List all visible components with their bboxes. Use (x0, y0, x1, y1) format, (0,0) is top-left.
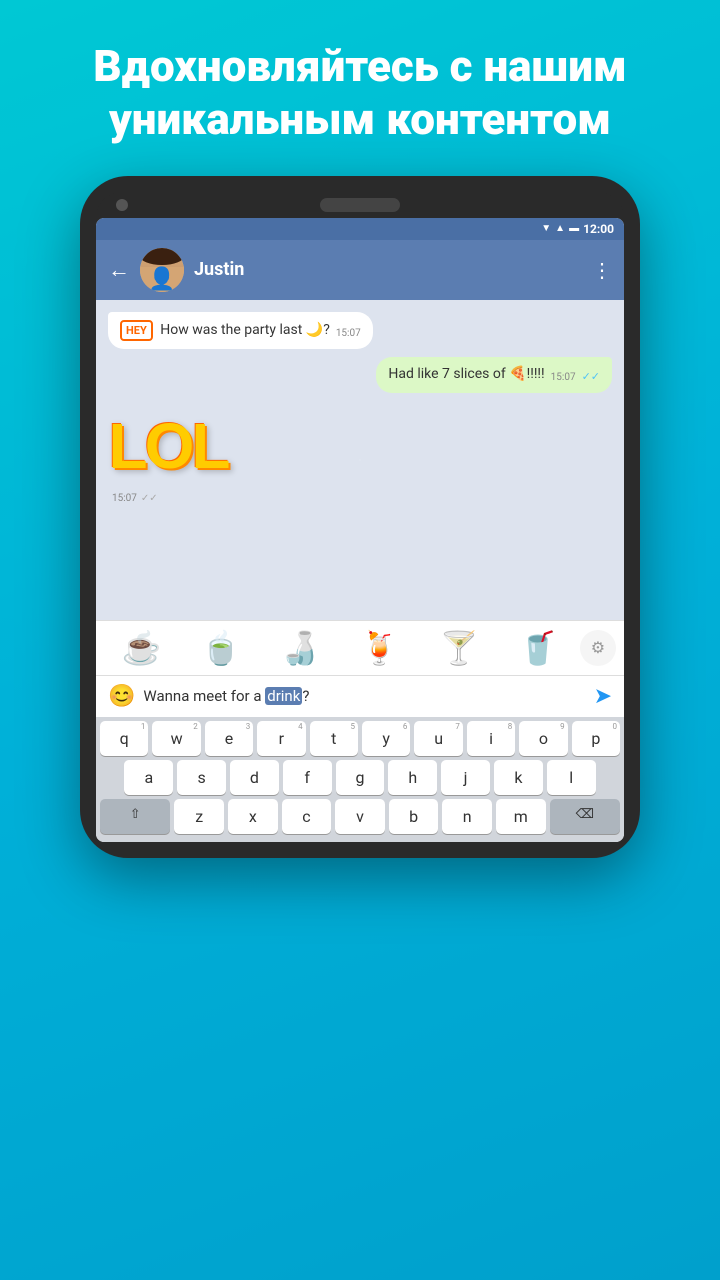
status-bar: ▼ ▲ ▬ 12:00 (96, 218, 624, 240)
phone-speaker (320, 198, 400, 212)
sticker-settings-button[interactable]: ⚙ (580, 630, 616, 666)
key-n[interactable]: n (442, 799, 492, 834)
message-sent-1: Had like 7 slices of 🍕!!!!! 15:07 ✓✓ (376, 357, 612, 393)
key-t[interactable]: 5t (310, 721, 358, 756)
input-text-after: ? (302, 687, 309, 705)
message-time-1: 15:07 (336, 327, 361, 341)
key-l[interactable]: l (547, 760, 596, 795)
hey-sticker: HEY (120, 320, 153, 341)
lol-sticker: LOL (108, 401, 228, 491)
key-e[interactable]: 3e (205, 721, 253, 756)
message-input[interactable]: Wanna meet for a drink? (143, 687, 585, 705)
chat-area: HEY How was the party last 🌙? 15:07 Had … (96, 300, 624, 620)
keyboard-row-2: a s d f g h j k l (100, 760, 620, 795)
key-u[interactable]: 7u (414, 721, 462, 756)
sticker-soda[interactable]: 🥤 (501, 629, 576, 667)
key-backspace[interactable]: ⌫ (550, 799, 620, 834)
message-text-2: Had like 7 slices of 🍕!!!!! (388, 365, 544, 385)
key-m[interactable]: m (496, 799, 546, 834)
input-text-before: Wanna meet for a (143, 687, 265, 705)
key-p[interactable]: 0p (572, 721, 620, 756)
status-time: 12:00 (583, 222, 614, 236)
wifi-icon: ▼ (541, 223, 551, 234)
emoji-button[interactable]: 😊 (108, 684, 135, 709)
sticker-cocktail[interactable]: 🍸 (421, 629, 496, 667)
keyboard-row-3: ⇧ z x c v b n m ⌫ (100, 799, 620, 834)
key-w[interactable]: 2w (152, 721, 200, 756)
key-y[interactable]: 6y (362, 721, 410, 756)
key-k[interactable]: k (494, 760, 543, 795)
key-c[interactable]: c (282, 799, 332, 834)
sticker-panel: ☕ 🍵 🍶 🍹 🍸 🥤 ⚙ (96, 620, 624, 675)
key-shift[interactable]: ⇧ (100, 799, 170, 834)
front-camera (116, 199, 128, 211)
key-h[interactable]: h (388, 760, 437, 795)
key-j[interactable]: j (441, 760, 490, 795)
sticker-coffee[interactable]: ☕ (104, 629, 179, 667)
key-x[interactable]: x (228, 799, 278, 834)
key-r[interactable]: 4r (257, 721, 305, 756)
key-d[interactable]: d (230, 760, 279, 795)
phone-screen: ▼ ▲ ▬ 12:00 ← 👤 Justin ⋮ HEY (96, 218, 624, 842)
lol-sticker-container: LOL 15:07 ✓✓ (108, 401, 228, 504)
key-q[interactable]: 1q (100, 721, 148, 756)
promo-headline: Вдохновляйтесь с нашим уникальным контен… (33, 0, 687, 176)
phone-mockup: ▼ ▲ ▬ 12:00 ← 👤 Justin ⋮ HEY (80, 176, 640, 858)
message-text-1: HEY How was the party last 🌙? (120, 320, 330, 341)
status-icons: ▼ ▲ ▬ 12:00 (541, 222, 614, 236)
message-received-1: HEY How was the party last 🌙? 15:07 (108, 312, 373, 349)
key-o[interactable]: 9o (519, 721, 567, 756)
sticker-bottle[interactable]: 🍶 (263, 629, 338, 667)
key-a[interactable]: a (124, 760, 173, 795)
phone-top-hardware (96, 192, 624, 218)
message-check-2: ✓✓ (582, 369, 600, 384)
key-s[interactable]: s (177, 760, 226, 795)
keyboard: 1q 2w 3e 4r 5t 6y 7u 8i 9o 0p a s d f g … (96, 717, 624, 842)
lol-time-row: 15:07 ✓✓ (108, 491, 228, 504)
contact-avatar: 👤 (140, 248, 184, 292)
key-g[interactable]: g (336, 760, 385, 795)
key-b[interactable]: b (389, 799, 439, 834)
message-time-2: 15:07 (551, 371, 576, 385)
key-i[interactable]: 8i (467, 721, 515, 756)
sticker-tea[interactable]: 🍵 (183, 629, 258, 667)
lol-check: ✓✓ (141, 493, 158, 504)
back-button[interactable]: ← (108, 257, 130, 283)
lol-time: 15:07 (112, 493, 137, 504)
input-area: 😊 Wanna meet for a drink? ➤ (96, 675, 624, 717)
battery-icon: ▬ (569, 223, 579, 234)
contact-name: Justin (194, 259, 582, 280)
key-v[interactable]: v (335, 799, 385, 834)
key-f[interactable]: f (283, 760, 332, 795)
sticker-juice[interactable]: 🍹 (342, 629, 417, 667)
signal-icon: ▲ (555, 223, 565, 234)
key-z[interactable]: z (174, 799, 224, 834)
menu-button[interactable]: ⋮ (592, 258, 612, 282)
app-header: ← 👤 Justin ⋮ (96, 240, 624, 300)
keyboard-row-1: 1q 2w 3e 4r 5t 6y 7u 8i 9o 0p (100, 721, 620, 756)
autocomplete-suggestion[interactable]: drink (265, 687, 302, 705)
send-button[interactable]: ➤ (594, 684, 612, 709)
